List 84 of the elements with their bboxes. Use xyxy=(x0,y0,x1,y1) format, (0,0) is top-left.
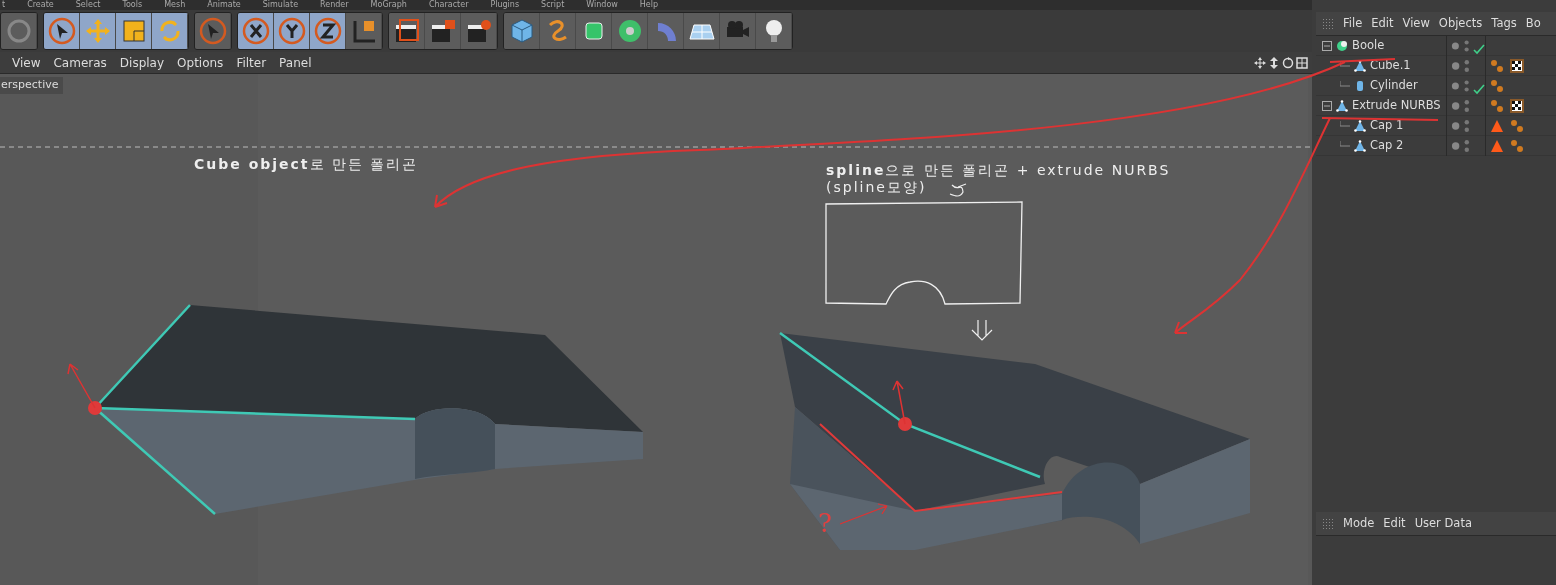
texture-tag-icon[interactable] xyxy=(1510,58,1524,73)
render-dots-icon[interactable] xyxy=(1464,58,1470,73)
object-name[interactable]: Cap 1 xyxy=(1370,116,1404,135)
menu-item[interactable]: Help xyxy=(639,0,659,10)
menu-item[interactable]: Mesh xyxy=(164,0,186,10)
visibility-dot-icon[interactable] xyxy=(1451,120,1461,131)
visibility-dot-icon[interactable] xyxy=(1451,60,1461,71)
move-view-icon[interactable] xyxy=(1254,56,1266,69)
menu-item[interactable]: Options xyxy=(177,53,224,72)
toolbar-button[interactable] xyxy=(389,13,425,49)
triangle-object-icon xyxy=(1354,59,1366,72)
menu-item[interactable]: Display xyxy=(119,53,165,72)
menu-item[interactable]: Cameras xyxy=(53,53,107,72)
down-arrow-sketch xyxy=(971,319,993,341)
menu-item[interactable]: User Data xyxy=(1414,514,1472,533)
rotate-view-icon[interactable] xyxy=(1282,56,1294,69)
zoom-view-icon[interactable] xyxy=(1268,56,1280,69)
pointer-icon xyxy=(198,17,227,45)
annotation-text: spline으로 만든 폴리곤 + extrude NURBS xyxy=(826,161,1171,180)
triangle-object-icon xyxy=(1336,99,1348,112)
menu-item[interactable]: View xyxy=(12,53,41,72)
visibility-dot-icon[interactable] xyxy=(1451,80,1460,91)
menu-item[interactable]: Panel xyxy=(279,53,312,72)
menu-item[interactable]: Plugins xyxy=(490,0,520,10)
y-axis-icon xyxy=(277,17,306,45)
layout-icon[interactable] xyxy=(1296,56,1308,69)
visibility-dot-icon[interactable] xyxy=(1451,40,1460,51)
phong-tag-icon[interactable] xyxy=(1490,78,1504,93)
menu-item[interactable]: File xyxy=(1343,14,1363,33)
menu-item[interactable]: MoGraph xyxy=(370,0,407,10)
menu-item[interactable]: Animate xyxy=(207,0,241,10)
menu-item[interactable]: Character xyxy=(428,0,469,10)
menu-item[interactable]: Render xyxy=(320,0,349,10)
object-name[interactable]: Cap 2 xyxy=(1370,136,1404,155)
render-dots-icon[interactable] xyxy=(1464,138,1470,153)
collapse-icon[interactable] xyxy=(1322,40,1332,51)
render-dots-icon[interactable] xyxy=(1463,38,1469,53)
texture-tag-icon[interactable] xyxy=(1510,98,1524,113)
triangle-tag-icon[interactable] xyxy=(1490,118,1504,133)
triangle-tag-icon[interactable] xyxy=(1490,138,1504,153)
menu-item[interactable]: Tools xyxy=(122,0,143,10)
triangle-object-icon xyxy=(1354,139,1366,152)
render-dots-icon[interactable] xyxy=(1464,98,1470,113)
object-name[interactable]: Extrude NURBS xyxy=(1352,96,1441,115)
menu-item[interactable]: Edit xyxy=(1383,514,1406,533)
menu-item[interactable]: Bo xyxy=(1525,14,1541,33)
x-axis-icon xyxy=(241,17,270,45)
menu-item[interactable]: Objects xyxy=(1438,14,1483,33)
toolbar-button[interactable] xyxy=(310,13,346,49)
menu-item[interactable]: Select xyxy=(75,0,101,10)
viewport-label: erspective xyxy=(0,77,64,94)
menu-item[interactable]: Create xyxy=(27,0,54,10)
render-dots-icon[interactable] xyxy=(1463,78,1469,93)
object-name[interactable]: Boole xyxy=(1352,36,1385,55)
menu-item[interactable]: Window xyxy=(586,0,618,10)
object-name[interactable]: Cylinder xyxy=(1370,76,1418,95)
phong-tag-icon[interactable] xyxy=(1510,118,1524,133)
z-axis-icon xyxy=(313,17,342,45)
phong-tag-icon[interactable] xyxy=(1510,138,1524,153)
menu-item[interactable]: t xyxy=(2,0,6,10)
toolbar-button[interactable] xyxy=(238,13,274,49)
cylinder-icon xyxy=(1354,79,1366,92)
visibility-dot-icon[interactable] xyxy=(1451,100,1461,111)
visibility-dot-icon[interactable] xyxy=(1451,140,1461,151)
menu-item[interactable]: Edit xyxy=(1371,14,1394,33)
menu-item[interactable]: Filter xyxy=(236,53,267,72)
phong-tag-icon[interactable] xyxy=(1490,58,1504,73)
menu-item[interactable]: View xyxy=(1402,14,1430,33)
boole-icon xyxy=(1336,39,1348,52)
scribble-mark xyxy=(949,183,967,197)
menu-item[interactable]: Tags xyxy=(1491,14,1517,33)
menu-item[interactable]: Mode xyxy=(1343,514,1375,533)
phong-tag-icon[interactable] xyxy=(1490,98,1504,113)
annotation-text: (spline모양) xyxy=(826,178,927,197)
toolbar-button[interactable] xyxy=(274,13,310,49)
pointer-icon xyxy=(47,17,76,45)
collapse-icon[interactable] xyxy=(1322,100,1332,111)
triangle-object-icon xyxy=(1354,119,1366,132)
object-name[interactable]: Cube.1 xyxy=(1370,56,1411,75)
menu-item[interactable]: Script xyxy=(541,0,565,10)
toolbar-button[interactable] xyxy=(44,13,80,49)
handwritten-mark: ? xyxy=(818,507,834,540)
menu-item[interactable]: Simulate xyxy=(262,0,299,10)
render-dots-icon[interactable] xyxy=(1464,118,1470,133)
